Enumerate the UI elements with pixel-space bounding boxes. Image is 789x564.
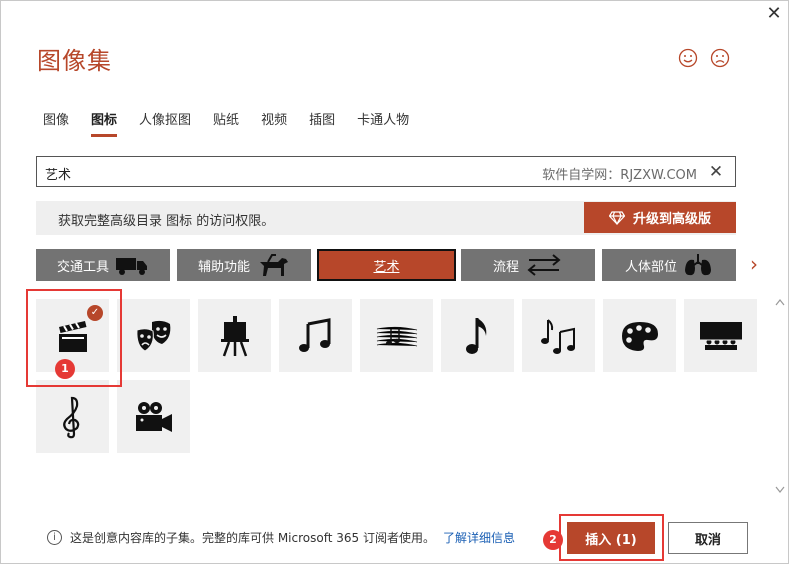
cancel-button[interactable]: 取消: [668, 522, 748, 554]
paint-palette-icon: [621, 321, 658, 351]
footer-info: i 这是创意内容库的子集。完整的库可供 Microsoft 365 订阅者使用。…: [47, 529, 515, 546]
icon-tile-theater-masks[interactable]: [117, 299, 190, 372]
cinema-audience-icon: [699, 321, 742, 350]
annotation-badge: 1: [55, 359, 75, 379]
image-collection-dialog: ✕ 图像集 图像 图标 人像抠图 贴纸 视频 插图 卡通人物 艺术 软件自学网：…: [0, 0, 789, 564]
icon-tile-cinema-audience[interactable]: [684, 299, 757, 372]
icon-tile-paint-palette[interactable]: [603, 299, 676, 372]
dialog-title: 图像集: [37, 47, 112, 75]
category-body-parts[interactable]: 人体部位: [602, 249, 736, 281]
eighth-note-icon: [465, 317, 486, 354]
category-label: 辅助功能: [197, 259, 250, 275]
diamond-icon: [608, 210, 625, 225]
learn-more-link[interactable]: 了解详细信息: [443, 529, 515, 546]
category-art[interactable]: 艺术: [317, 249, 456, 281]
search-watermark: 软件自学网：RJZXW.COM: [542, 168, 697, 183]
search-value: 艺术: [45, 168, 72, 183]
icon-tile-eighth-note[interactable]: [441, 299, 514, 372]
service-dog-icon: [260, 254, 288, 276]
tab-bar: 图像 图标 人像抠图 贴纸 视频 插图 卡通人物: [43, 109, 431, 137]
category-label: 艺术: [373, 259, 400, 275]
music-notes-icon: [298, 317, 330, 352]
icon-tile-sheet-music[interactable]: [360, 299, 433, 372]
tab-videos[interactable]: 视频: [261, 109, 287, 135]
smile-icon[interactable]: [678, 48, 698, 68]
upgrade-button[interactable]: 升级到高级版: [584, 202, 736, 233]
icon-tile-movie-camera[interactable]: [117, 380, 190, 453]
banner-text: 获取完整高级目录 图标 的访问权限。: [58, 214, 275, 229]
icon-tile-easel[interactable]: [198, 299, 271, 372]
tab-cartoon-people[interactable]: 卡通人物: [357, 109, 409, 135]
music-notes-pair-icon: [540, 318, 575, 354]
search-input[interactable]: 艺术 软件自学网：RJZXW.COM ✕: [36, 156, 736, 187]
category-accessibility[interactable]: 辅助功能: [177, 249, 311, 281]
category-label: 人体部位: [624, 259, 677, 275]
theater-masks-icon: [135, 320, 170, 352]
annotation-badge: 2: [543, 530, 563, 550]
treble-clef-icon: [62, 396, 79, 438]
chevron-right-icon[interactable]: ›: [744, 253, 764, 277]
easel-icon: [220, 315, 249, 356]
movie-camera-icon: [135, 401, 172, 432]
sheet-music-icon: [376, 326, 417, 346]
clear-search-icon[interactable]: ✕: [705, 159, 727, 185]
truck-icon: [116, 258, 147, 275]
tab-cutout-people[interactable]: 人像抠图: [139, 109, 191, 135]
category-label: 流程: [492, 259, 519, 275]
icon-tile-treble-clef[interactable]: [36, 380, 109, 453]
category-process[interactable]: 流程: [461, 249, 595, 281]
tab-icons[interactable]: 图标: [91, 109, 118, 137]
footer-info-text: 这是创意内容库的子集。完整的库可供 Microsoft 365 订阅者使用。: [70, 531, 435, 545]
tab-illustrations[interactable]: 插图: [309, 109, 335, 135]
icon-tile-music-notes-pair[interactable]: [522, 299, 595, 372]
category-transport[interactable]: 交通工具: [36, 249, 170, 281]
category-label: 交通工具: [56, 259, 109, 275]
close-icon[interactable]: ✕: [763, 3, 785, 25]
lungs-icon: [685, 254, 711, 276]
info-icon: i: [47, 530, 62, 545]
arrows-icon: [527, 254, 561, 276]
tab-images[interactable]: 图像: [43, 109, 69, 135]
frown-icon[interactable]: [710, 48, 730, 68]
scrollbar[interactable]: [773, 297, 787, 497]
upgrade-label: 升级到高级版: [632, 212, 711, 227]
insert-button[interactable]: 插入 (1): [567, 522, 655, 554]
tab-stickers[interactable]: 贴纸: [213, 109, 239, 135]
icon-tile-music-notes[interactable]: [279, 299, 352, 372]
